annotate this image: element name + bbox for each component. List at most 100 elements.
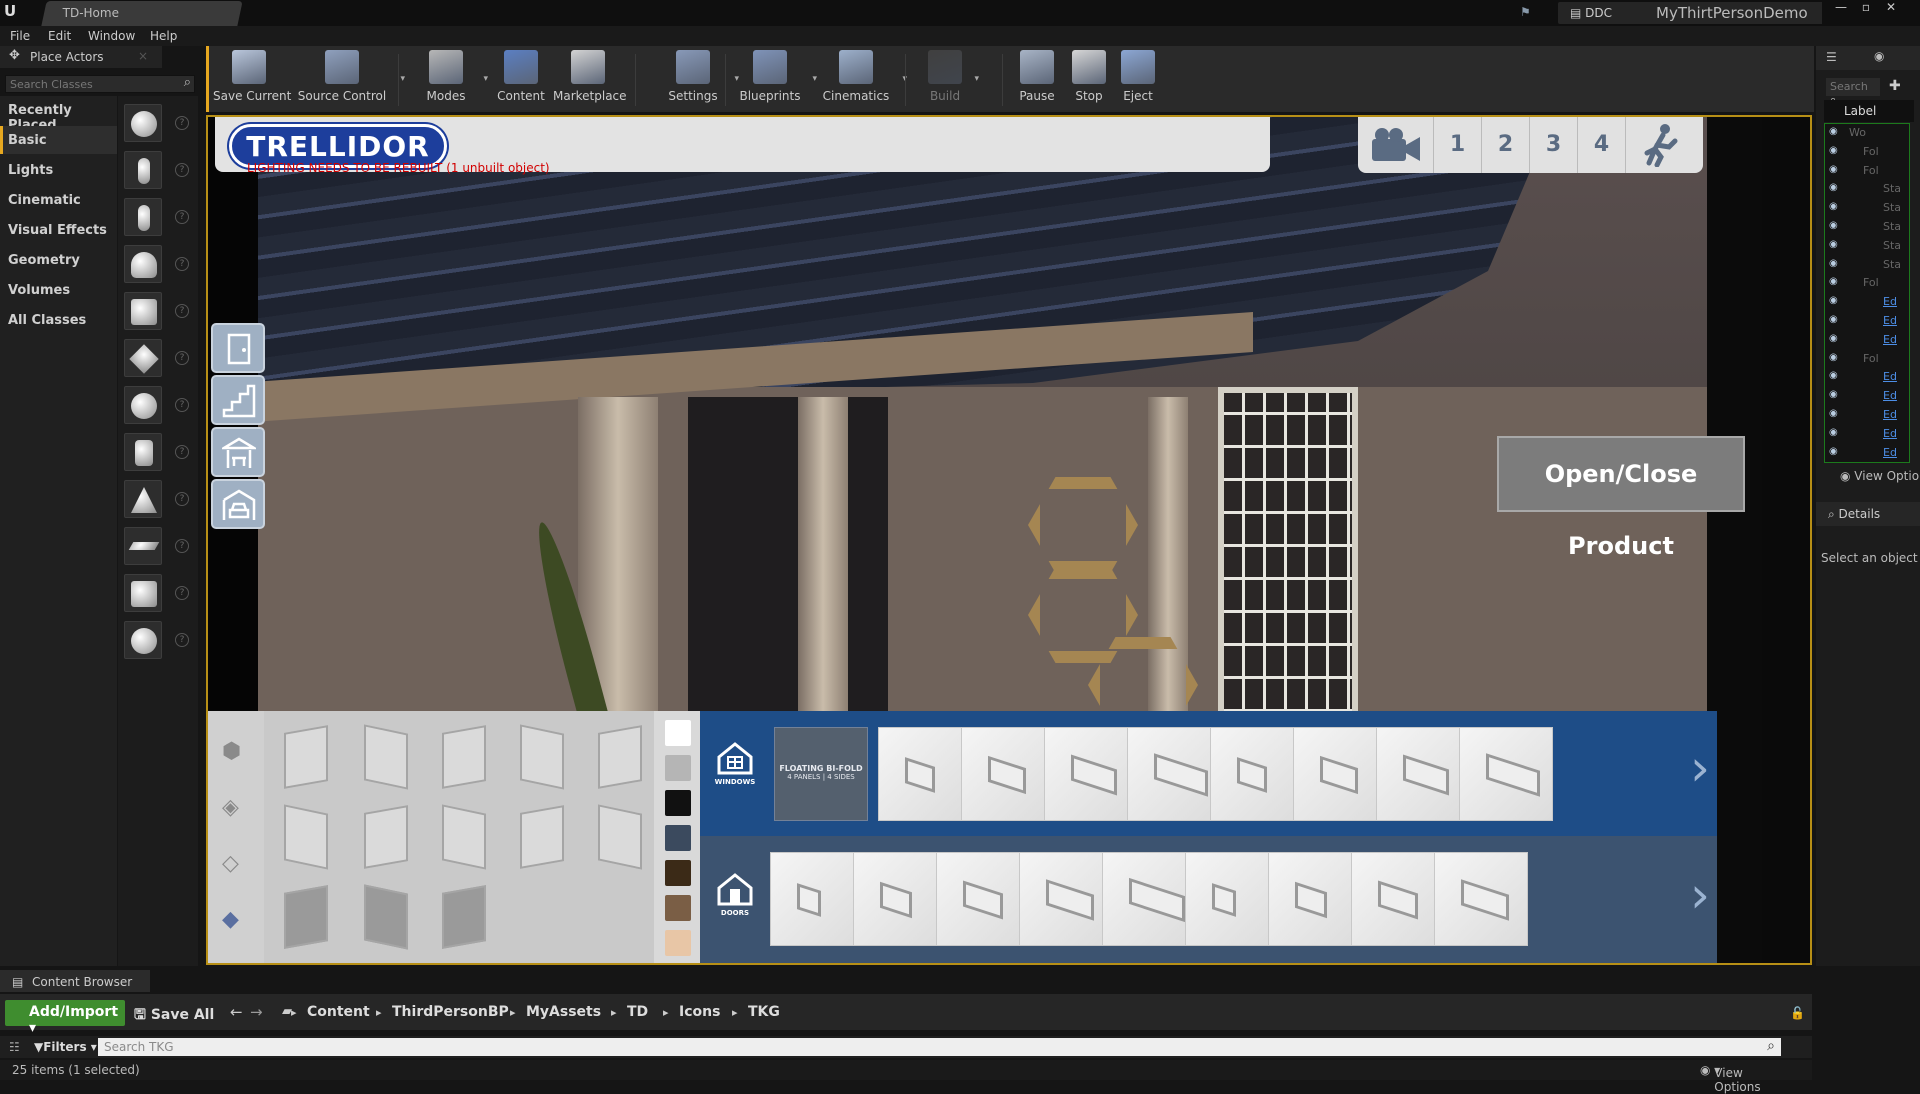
dropdown-arrow-icon[interactable]: ▾ bbox=[812, 74, 817, 84]
open-close-product-button[interactable]: Open/Close Product bbox=[1497, 436, 1745, 560]
door-product-thumb[interactable] bbox=[1351, 852, 1445, 946]
settings-button[interactable]: Settings ▾ bbox=[661, 50, 739, 110]
visibility-eye-icon[interactable]: ◉ bbox=[1829, 220, 1838, 231]
pawn-icon[interactable] bbox=[124, 198, 162, 236]
windows-next-arrow[interactable]: › bbox=[1690, 739, 1710, 797]
window-product-thumb[interactable] bbox=[1459, 727, 1553, 821]
visibility-eye-icon[interactable]: ◉ bbox=[1829, 352, 1838, 363]
color-swatch[interactable] bbox=[665, 790, 691, 816]
door-product-thumb[interactable] bbox=[936, 852, 1030, 946]
details-tab[interactable]: ⌕ Details bbox=[1816, 502, 1920, 526]
dropdown-arrow-icon[interactable]: ▾ bbox=[400, 74, 405, 84]
windows-category[interactable]: WINDOWS bbox=[712, 741, 758, 811]
breadcrumb-content[interactable]: Content bbox=[307, 1004, 370, 1020]
plane-icon[interactable] bbox=[124, 527, 162, 565]
color-swatch[interactable] bbox=[665, 825, 691, 851]
blueprints-button[interactable]: Blueprints ▾ bbox=[737, 50, 817, 110]
outliner-row[interactable]: ◉ Ed bbox=[1825, 293, 1911, 311]
filters-button[interactable]: ▼Filters ▾ bbox=[34, 1040, 97, 1054]
product-style-item[interactable] bbox=[442, 725, 486, 789]
product-style-item[interactable] bbox=[364, 884, 408, 950]
product-style-item[interactable] bbox=[284, 725, 328, 789]
save-current-button[interactable]: Save Current bbox=[213, 50, 291, 110]
visibility-eye-icon[interactable]: ◉ bbox=[1829, 333, 1838, 344]
outliner-row[interactable]: ◉ Sta bbox=[1825, 180, 1911, 198]
cylinder-icon[interactable] bbox=[124, 433, 162, 471]
maximize-icon[interactable]: ▫ bbox=[1855, 0, 1877, 16]
outliner-row[interactable]: ◉ Sta bbox=[1825, 237, 1911, 255]
door-product-thumb[interactable] bbox=[770, 852, 864, 946]
lock-icon[interactable]: 🔓 bbox=[1790, 1006, 1805, 1020]
dropdown-arrow-icon[interactable]: ▾ bbox=[483, 74, 488, 84]
category-lights[interactable]: Lights bbox=[0, 156, 117, 184]
outliner-row[interactable]: ◉ Ed bbox=[1825, 387, 1911, 405]
camera-3-button[interactable]: 3 bbox=[1530, 117, 1578, 173]
breadcrumb-separator-icon[interactable]: ▸ bbox=[510, 1006, 516, 1019]
doors-category[interactable]: DOORS bbox=[712, 872, 758, 942]
cube-icon[interactable] bbox=[124, 339, 162, 377]
player-start-icon[interactable] bbox=[124, 292, 162, 330]
sphere-icon[interactable] bbox=[124, 386, 162, 424]
category-visual-effects[interactable]: Visual Effects bbox=[0, 216, 117, 244]
walk-mode-icon[interactable] bbox=[1626, 117, 1696, 173]
menu-window[interactable]: Window bbox=[88, 29, 135, 43]
visibility-eye-icon[interactable]: ◉ bbox=[1829, 276, 1838, 287]
visibility-eye-icon[interactable]: ◉ bbox=[1829, 239, 1838, 250]
help-icon[interactable]: ? bbox=[175, 398, 189, 412]
menu-file[interactable]: File bbox=[10, 29, 30, 43]
breadcrumb-td[interactable]: TD bbox=[627, 1004, 648, 1020]
breadcrumb-myassets[interactable]: MyAssets bbox=[526, 1004, 601, 1020]
build-button[interactable]: Build ▾ bbox=[925, 50, 979, 110]
doors-next-arrow[interactable]: › bbox=[1690, 866, 1710, 924]
cube-shape-icon[interactable]: ⬢ bbox=[222, 739, 248, 765]
document-tab[interactable]: TD-Home bbox=[41, 1, 243, 26]
forward-arrow-icon[interactable]: → bbox=[250, 1003, 263, 1021]
outliner-row[interactable]: ◉ Ed bbox=[1825, 368, 1911, 386]
door-product-thumb[interactable] bbox=[1102, 852, 1196, 946]
outliner-row[interactable]: ◉ Ed bbox=[1825, 312, 1911, 330]
menu-help[interactable]: Help bbox=[150, 29, 177, 43]
outliner-row[interactable]: ◉ Sta bbox=[1825, 256, 1911, 274]
outliner-row[interactable]: ◉ Ed bbox=[1825, 406, 1911, 424]
breadcrumb-separator-icon[interactable]: ▸ bbox=[663, 1006, 669, 1019]
outliner-row[interactable]: ◉ Wo bbox=[1825, 124, 1911, 142]
window-product-thumb[interactable] bbox=[1376, 727, 1470, 821]
product-style-item[interactable] bbox=[442, 885, 486, 949]
help-icon[interactable]: ? bbox=[175, 163, 189, 177]
patio-category-button[interactable] bbox=[211, 427, 265, 477]
marketplace-button[interactable]: Marketplace bbox=[553, 50, 627, 110]
add-import-button[interactable]: Add/Import ▾ bbox=[5, 1000, 125, 1036]
product-style-item[interactable] bbox=[364, 805, 408, 869]
outliner-row[interactable]: ◉ Fol bbox=[1825, 350, 1911, 368]
visibility-eye-icon[interactable]: ◉ bbox=[1829, 258, 1838, 269]
sphere-icon[interactable] bbox=[124, 104, 162, 142]
outliner-label-header[interactable]: Label bbox=[1824, 100, 1914, 122]
visibility-eye-icon[interactable]: ◉ bbox=[1829, 389, 1838, 400]
outliner-row[interactable]: ◉ Fol bbox=[1825, 143, 1911, 161]
selected-shape-icon[interactable]: ◆ bbox=[222, 907, 248, 933]
color-swatch[interactable] bbox=[665, 720, 691, 746]
back-arrow-icon[interactable]: ← bbox=[230, 1003, 243, 1021]
sphere-trigger-icon[interactable] bbox=[124, 621, 162, 659]
menu-edit[interactable]: Edit bbox=[48, 29, 71, 43]
camera-2-button[interactable]: 2 bbox=[1482, 117, 1530, 173]
place-actors-tab[interactable]: ✥ Place Actors × bbox=[0, 46, 162, 68]
window-product-thumb[interactable] bbox=[1044, 727, 1138, 821]
cone-icon[interactable] bbox=[124, 480, 162, 518]
camera-4-button[interactable]: 4 bbox=[1578, 117, 1626, 173]
breadcrumb-separator-icon[interactable]: ▸ bbox=[291, 1006, 297, 1019]
product-style-item[interactable] bbox=[364, 724, 408, 790]
product-style-item[interactable] bbox=[520, 805, 564, 869]
help-icon[interactable]: ? bbox=[175, 210, 189, 224]
view-options-button[interactable]: ◉ View Options ▾ bbox=[1700, 1063, 1761, 1094]
visibility-eye-icon[interactable]: ◉ bbox=[1829, 182, 1838, 193]
color-swatch[interactable] bbox=[665, 755, 691, 781]
garage-category-button[interactable] bbox=[211, 479, 265, 529]
modes-button[interactable]: Modes ▾ bbox=[418, 50, 488, 110]
outliner-row[interactable]: ◉ Ed bbox=[1825, 444, 1911, 462]
window-product-thumb[interactable] bbox=[1293, 727, 1387, 821]
close-tab-icon[interactable]: × bbox=[138, 49, 148, 63]
camera-1-button[interactable]: 1 bbox=[1434, 117, 1482, 173]
outliner-view-options[interactable]: ◉ View Optio bbox=[1840, 469, 1919, 483]
camera-icon[interactable] bbox=[1358, 117, 1434, 173]
